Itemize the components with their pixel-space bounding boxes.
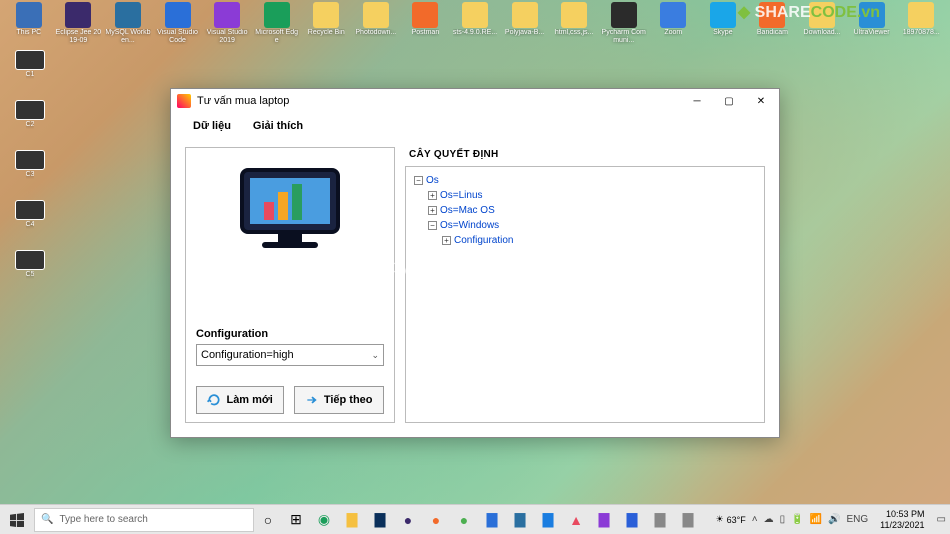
arrow-right-icon: [305, 393, 319, 407]
desktop-icon[interactable]: sts-4.9.0.RE...: [452, 2, 498, 48]
maximize-button[interactable]: ▢: [713, 90, 745, 112]
desktop-icon[interactable]: This PC: [6, 2, 52, 48]
expand-icon[interactable]: +: [442, 236, 451, 245]
panel-right: CÂY QUYẾT ĐỊNH −Os +Os=Linus +Os=Mac OS …: [405, 147, 765, 423]
menu-explain[interactable]: Giải thích: [253, 120, 303, 132]
cortana-icon[interactable]: ○: [254, 505, 282, 534]
collapse-icon[interactable]: −: [428, 221, 437, 230]
zalo-icon[interactable]: ▇: [534, 505, 562, 534]
desktop-icon[interactable]: C3: [6, 150, 54, 196]
config-dropdown[interactable]: Configuration=high ⌄: [196, 344, 384, 366]
sun-icon: ☀: [716, 514, 724, 525]
vs-icon[interactable]: ▇: [590, 505, 618, 534]
refresh-icon: [207, 393, 221, 407]
clock[interactable]: 10:53 PM 11/23/2021: [874, 509, 930, 531]
window-title: Tư vấn mua laptop: [197, 95, 681, 107]
desktop-icon[interactable]: Polyjava-B...: [502, 2, 548, 48]
app-icon[interactable]: ▇: [646, 505, 674, 534]
tray-chevron-icon[interactable]: ˄: [752, 514, 758, 525]
desktop-icon[interactable]: Photodown...: [353, 2, 399, 48]
panel-left: Configuration Configuration=high ⌄ Làm m…: [185, 147, 395, 423]
eclipse-icon[interactable]: ●: [394, 505, 422, 534]
desktop-icon[interactable]: Zoom: [651, 2, 697, 48]
app2-icon[interactable]: ▇: [674, 505, 702, 534]
config-label: Configuration: [196, 328, 268, 340]
menu-data[interactable]: Dữ liệu: [193, 120, 231, 132]
taskbar: 🔍 Type here to search ○ ⊞ ◉ ▇ ▇ ● ● ● ▇ …: [0, 504, 950, 534]
desktop-icon[interactable]: C5: [6, 250, 54, 296]
decision-tree[interactable]: −Os +Os=Linus +Os=Mac OS −Os=Windows +Co…: [405, 166, 765, 423]
lang-indicator[interactable]: ENG: [846, 514, 868, 525]
notifications-icon[interactable]: ▭: [937, 514, 946, 525]
expand-icon[interactable]: +: [428, 206, 437, 215]
watermark-logo: ◆ SHARECODE.vn: [738, 2, 880, 22]
task-view-icon[interactable]: ⊞: [282, 505, 310, 534]
tray-icon[interactable]: ▯: [780, 514, 786, 525]
app-window: Tư vấn mua laptop ─ ▢ ✕ Dữ liệu Giải thí…: [170, 88, 780, 438]
tree-node[interactable]: +Configuration: [442, 233, 756, 248]
tree-node[interactable]: −Os=Windows: [428, 218, 756, 233]
system-tray: ☀ 63°F ˄ ☁ ▯ 🔋 📶 🔊 ENG 10:53 PM 11/23/20…: [712, 505, 950, 534]
volume-icon[interactable]: 🔊: [828, 514, 840, 525]
desktop-icon[interactable]: Microsoft Edge: [254, 2, 300, 48]
desktop-icon[interactable]: C2: [6, 100, 54, 146]
desktop-icon[interactable]: Recycle Bin: [303, 2, 349, 48]
explorer-icon[interactable]: ▇: [338, 505, 366, 534]
monitor-illustration-icon: [230, 166, 350, 261]
desktop-icon[interactable]: C4: [6, 200, 54, 246]
tree-node-root[interactable]: −Os: [414, 173, 756, 188]
close-button[interactable]: ✕: [745, 90, 777, 112]
desktop-icon[interactable]: MySQL Workben...: [105, 2, 151, 48]
desktop-icon[interactable]: html,css,js...: [551, 2, 597, 48]
desktop-icon[interactable]: Pycharm Communi...: [601, 2, 647, 48]
search-icon: 🔍: [41, 514, 53, 525]
tree-header: CÂY QUYẾT ĐỊNH: [409, 149, 765, 160]
vscode-icon[interactable]: ▇: [478, 505, 506, 534]
photoshop-icon[interactable]: ▇: [366, 505, 394, 534]
desktop-icon[interactable]: C1: [6, 50, 54, 96]
battery-icon[interactable]: 🔋: [791, 514, 803, 525]
expand-icon[interactable]: +: [428, 191, 437, 200]
collapse-icon[interactable]: −: [414, 176, 423, 185]
desktop-icon[interactable]: 18970878...: [898, 2, 944, 48]
menubar: Dữ liệu Giải thích: [171, 113, 779, 139]
minimize-button[interactable]: ─: [681, 90, 713, 112]
sts-icon[interactable]: ●: [450, 505, 478, 534]
next-button[interactable]: Tiếp theo: [294, 386, 384, 414]
mysql-icon[interactable]: ▇: [506, 505, 534, 534]
edge-icon[interactable]: ◉: [310, 505, 338, 534]
desktop-icon[interactable]: Postman: [403, 2, 449, 48]
desktop-icon[interactable]: Eclipse Jee 2019-09: [56, 2, 102, 48]
onedrive-icon[interactable]: ☁: [764, 514, 774, 525]
word-icon[interactable]: ▇: [618, 505, 646, 534]
search-input[interactable]: 🔍 Type here to search: [34, 508, 254, 532]
desktop-icon[interactable]: Visual Studio Code: [155, 2, 201, 48]
desktop-icon[interactable]: Visual Studio 2019: [204, 2, 250, 48]
wifi-icon[interactable]: 📶: [810, 514, 822, 525]
titlebar[interactable]: Tư vấn mua laptop ─ ▢ ✕: [171, 89, 779, 113]
windows-icon: [10, 513, 24, 527]
search-placeholder: Type here to search: [59, 514, 147, 525]
refresh-button[interactable]: Làm mới: [196, 386, 283, 414]
tree-node[interactable]: +Os=Mac OS: [428, 203, 756, 218]
postman-icon[interactable]: ●: [422, 505, 450, 534]
rocket-icon[interactable]: ▲: [562, 505, 590, 534]
dropdown-value: Configuration=high: [201, 349, 294, 361]
pinned-apps: ◉ ▇ ▇ ● ● ● ▇ ▇ ▇ ▲ ▇ ▇ ▇ ▇: [310, 505, 702, 534]
start-button[interactable]: [0, 505, 34, 534]
weather-widget[interactable]: ☀ 63°F: [716, 514, 746, 525]
app-icon: [177, 94, 191, 108]
chevron-down-icon: ⌄: [371, 350, 379, 361]
tree-node[interactable]: +Os=Linus: [428, 188, 756, 203]
